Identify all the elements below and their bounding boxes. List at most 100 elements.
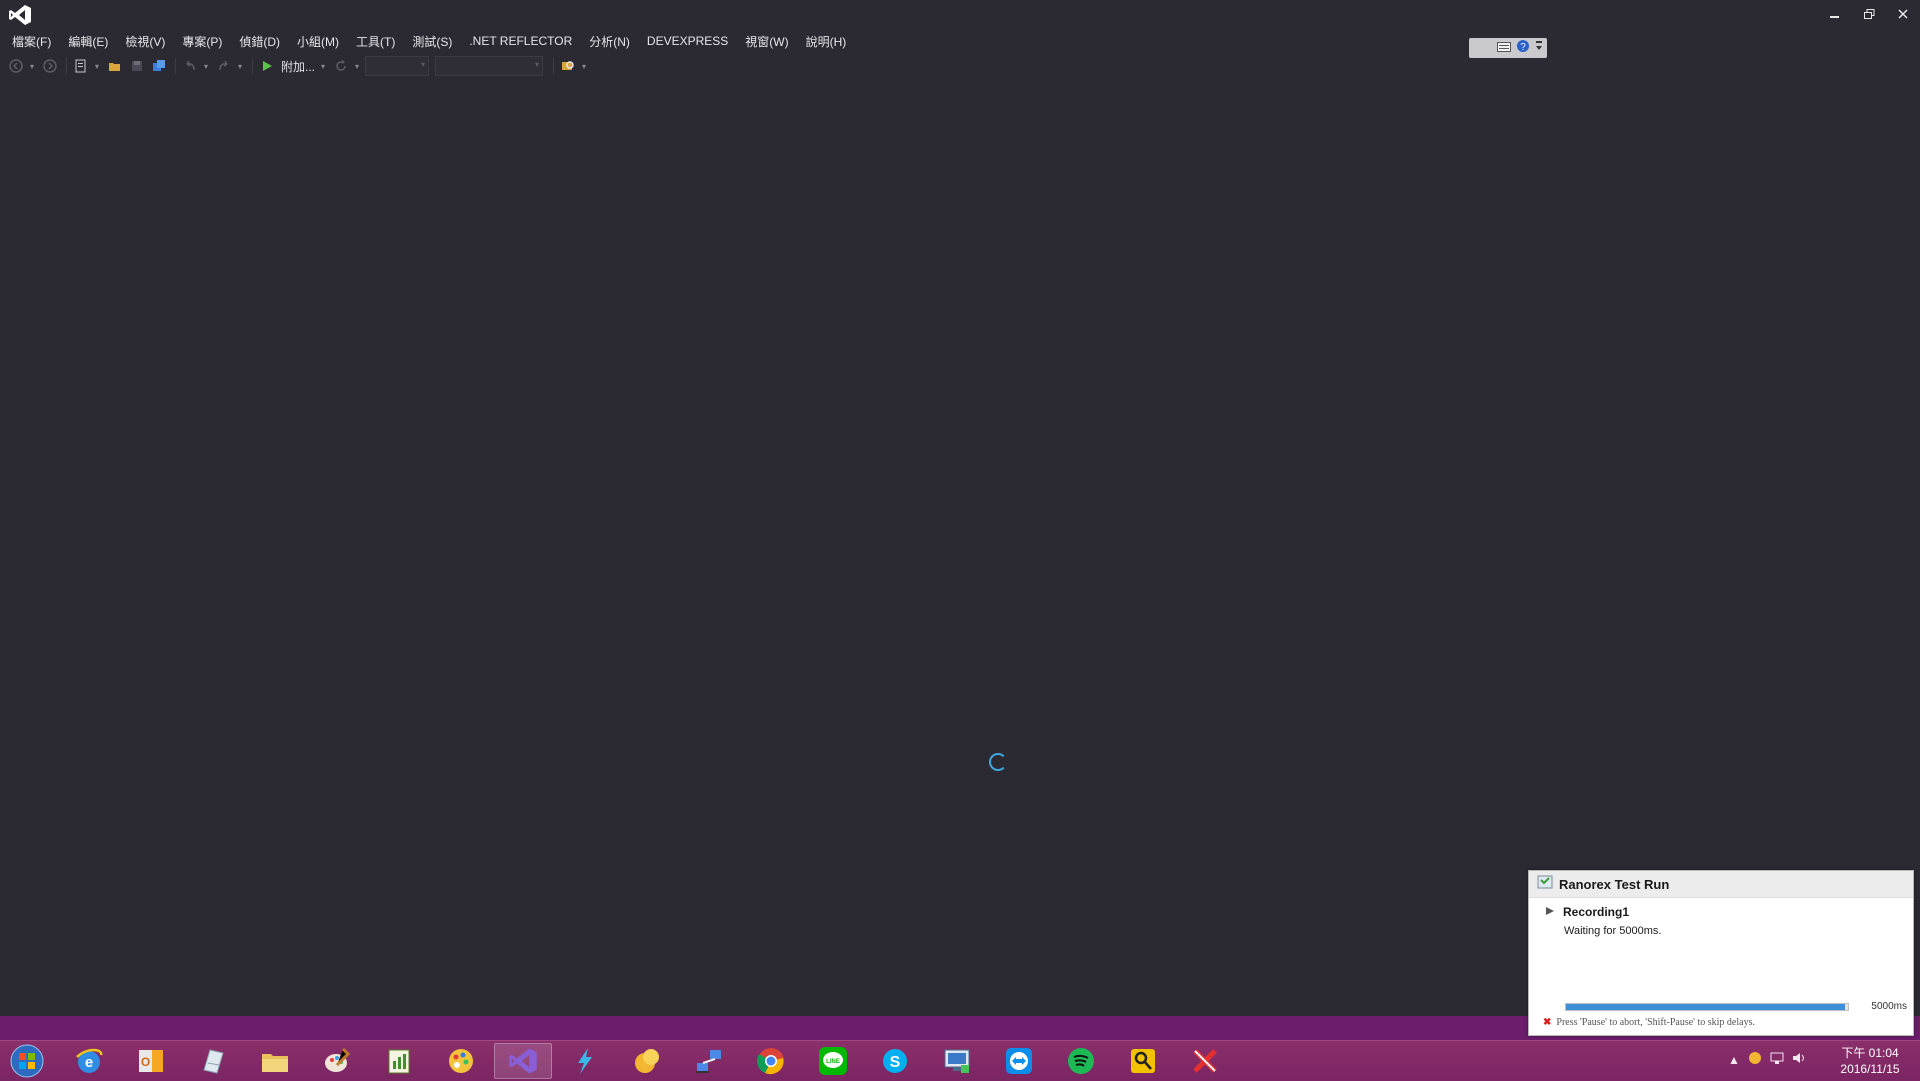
clock-time: 下午 01:04 bbox=[1841, 1046, 1899, 1060]
redo-dropdown-icon[interactable]: ▾ bbox=[236, 62, 244, 71]
close-button[interactable] bbox=[1886, 0, 1920, 28]
recording-item: Recording1 bbox=[1545, 903, 1629, 921]
new-project-dropdown-icon[interactable]: ▾ bbox=[93, 62, 101, 71]
menu-help[interactable]: 說明(H) bbox=[798, 31, 856, 52]
back-dropdown-icon[interactable]: ▾ bbox=[28, 62, 36, 71]
find-in-files-icon[interactable] bbox=[558, 56, 578, 76]
cross-app-icon[interactable] bbox=[1176, 1043, 1234, 1079]
abort-icon: ✖ bbox=[1543, 1017, 1552, 1028]
menu-analyze[interactable]: 分析(N) bbox=[581, 31, 639, 52]
minimize-button[interactable] bbox=[1818, 0, 1852, 28]
toolbar-separator bbox=[553, 58, 555, 74]
network-icon[interactable] bbox=[1770, 1051, 1784, 1068]
solution-platform-combo[interactable]: ▾ bbox=[435, 56, 544, 76]
redo-icon[interactable] bbox=[214, 56, 234, 76]
menu-devexpress[interactable]: DEVEXPRESS bbox=[639, 32, 737, 50]
undo-dropdown-icon[interactable]: ▾ bbox=[202, 62, 210, 71]
undo-icon[interactable] bbox=[180, 56, 200, 76]
open-file-icon[interactable] bbox=[105, 56, 125, 76]
teamviewer-icon[interactable] bbox=[990, 1043, 1048, 1079]
internet-explorer-icon[interactable]: e bbox=[60, 1043, 118, 1079]
standard-toolbar: ▾ ▾ ▾ ▾ 附加... ▾ ▾ ▾ ▾ ▾ bbox=[6, 54, 592, 78]
delay-progress-fill bbox=[1566, 1004, 1846, 1010]
back-icon[interactable] bbox=[6, 56, 26, 76]
recording-name: Recording1 bbox=[1563, 905, 1630, 919]
paint-icon[interactable] bbox=[308, 1043, 366, 1079]
lightning-app-icon[interactable] bbox=[556, 1043, 614, 1079]
status-text: Waiting for 5000ms. bbox=[1564, 925, 1662, 937]
save-all-icon[interactable] bbox=[149, 56, 169, 76]
attach-dropdown-icon[interactable]: ▾ bbox=[319, 62, 327, 71]
chevron-down-icon: ▾ bbox=[535, 60, 540, 69]
toolbar-separator bbox=[66, 58, 67, 74]
paint-palette-icon[interactable] bbox=[432, 1043, 490, 1079]
volume-icon[interactable] bbox=[1792, 1051, 1806, 1068]
help-widget[interactable]: ? bbox=[1469, 38, 1547, 58]
play-icon bbox=[1545, 903, 1555, 921]
new-project-icon[interactable] bbox=[71, 56, 91, 76]
ranorex-test-run-panel: Ranorex Test Run Recording1 Waiting for … bbox=[1528, 870, 1914, 1036]
toolbar-separator bbox=[175, 58, 176, 74]
refresh-icon[interactable] bbox=[331, 56, 351, 76]
visual-studio-window: 檔案(F) 編輯(E) 檢視(V) 專案(P) 偵錯(D) 小組(M) 工具(T… bbox=[0, 0, 1920, 1016]
widget-menu-icon[interactable] bbox=[1535, 39, 1543, 57]
forward-icon[interactable] bbox=[40, 56, 60, 76]
toolbar-separator bbox=[252, 58, 253, 74]
chrome-icon[interactable] bbox=[742, 1043, 800, 1079]
start-debug-icon[interactable] bbox=[257, 56, 277, 76]
menu-file[interactable]: 檔案(F) bbox=[4, 31, 60, 52]
start-button[interactable] bbox=[6, 1043, 48, 1079]
taskbar: e O LINE S ▲ 下午 01:04 2016/11/15 bbox=[0, 1040, 1920, 1081]
attach-button[interactable]: 附加... bbox=[281, 58, 315, 75]
chevron-down-icon: ▾ bbox=[421, 60, 426, 69]
menu-test[interactable]: 測試(S) bbox=[404, 31, 461, 52]
delay-progress-bar bbox=[1565, 1003, 1849, 1011]
restore-button[interactable] bbox=[1852, 0, 1886, 28]
window-controls bbox=[1818, 0, 1920, 30]
abort-hint-text: Press 'Pause' to abort, 'Shift-Pause' to… bbox=[1556, 1017, 1755, 1028]
loading-spinner-icon bbox=[989, 753, 1007, 771]
menu-edit[interactable]: 編輯(E) bbox=[60, 31, 117, 52]
solution-configuration-combo[interactable]: ▾ bbox=[365, 56, 430, 76]
menu-window[interactable]: 視窗(W) bbox=[737, 31, 797, 52]
menu-project[interactable]: 專案(P) bbox=[174, 31, 231, 52]
svg-text:LINE: LINE bbox=[826, 1059, 840, 1065]
refresh-dropdown-icon[interactable]: ▾ bbox=[353, 62, 361, 71]
menu-bar: 檔案(F) 編輯(E) 檢視(V) 專案(P) 偵錯(D) 小組(M) 工具(T… bbox=[0, 30, 855, 52]
delay-duration-label: 5000ms bbox=[1871, 1001, 1907, 1012]
tray-app-icon[interactable] bbox=[1748, 1051, 1762, 1068]
spotify-icon[interactable] bbox=[1052, 1043, 1110, 1079]
ranorex-icon bbox=[1537, 874, 1553, 895]
network-app-icon[interactable] bbox=[680, 1043, 738, 1079]
menu-team[interactable]: 小組(M) bbox=[289, 31, 348, 52]
skype-icon[interactable]: S bbox=[866, 1043, 924, 1079]
coin-app-icon[interactable] bbox=[618, 1043, 676, 1079]
menu-debug[interactable]: 偵錯(D) bbox=[231, 31, 289, 52]
file-explorer-icon[interactable] bbox=[246, 1043, 304, 1079]
line-icon[interactable]: LINE bbox=[804, 1043, 862, 1079]
menu-view[interactable]: 檢視(V) bbox=[117, 31, 174, 52]
system-clock[interactable]: 下午 01:04 2016/11/15 bbox=[1822, 1045, 1918, 1077]
svg-text:?: ? bbox=[1520, 42, 1526, 53]
svg-text:O: O bbox=[141, 1055, 150, 1069]
svg-text:e: e bbox=[85, 1054, 93, 1071]
menu-net-reflector[interactable]: .NET REFLECTOR bbox=[461, 32, 581, 50]
visual-studio-logo-icon[interactable] bbox=[8, 4, 36, 28]
svg-text:S: S bbox=[890, 1054, 901, 1071]
outlook-icon[interactable]: O bbox=[122, 1043, 180, 1079]
help-icon[interactable]: ? bbox=[1516, 39, 1530, 58]
save-icon[interactable] bbox=[127, 56, 147, 76]
remote-desktop-icon[interactable] bbox=[928, 1043, 986, 1079]
key-app-icon[interactable] bbox=[1114, 1043, 1172, 1079]
keyboard-icon[interactable] bbox=[1497, 39, 1511, 57]
clock-date: 2016/11/15 bbox=[1840, 1062, 1900, 1076]
project-app-icon[interactable] bbox=[370, 1043, 428, 1079]
toolbar-options-icon[interactable]: ▾ bbox=[580, 62, 588, 71]
ranorex-title: Ranorex Test Run bbox=[1559, 876, 1670, 892]
ranorex-header: Ranorex Test Run bbox=[1529, 871, 1913, 898]
notepad-icon[interactable] bbox=[184, 1043, 242, 1079]
abort-hint: ✖ Press 'Pause' to abort, 'Shift-Pause' … bbox=[1543, 1017, 1755, 1028]
menu-tools[interactable]: 工具(T) bbox=[348, 31, 404, 52]
visual-studio-taskbar-icon[interactable] bbox=[494, 1043, 552, 1079]
show-hidden-icons-icon[interactable]: ▲ bbox=[1728, 1053, 1740, 1067]
